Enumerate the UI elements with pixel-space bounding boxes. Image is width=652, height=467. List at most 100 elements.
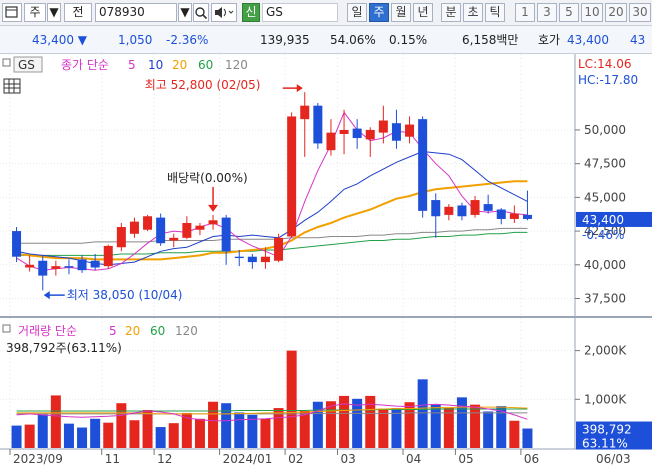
code-dropdown-icon[interactable]: ▼: [178, 3, 192, 22]
stock-tag: GS: [18, 58, 35, 72]
volume-bar: [378, 408, 389, 448]
volume-bar: [11, 425, 22, 448]
volume-bar: [194, 418, 205, 448]
price-tick-label: 37,500: [584, 292, 626, 306]
candle-down: [64, 266, 74, 268]
vol-ma60-legend: 60: [150, 324, 165, 338]
interval-20-button[interactable]: 20: [605, 3, 627, 22]
candle-down: [77, 259, 87, 271]
search-icon[interactable]: [193, 3, 209, 22]
trade-amount: 6,158백만: [462, 33, 519, 47]
quote-label: 호가: [538, 33, 561, 47]
volume-bar: [142, 410, 153, 448]
volume-bar: [116, 403, 127, 448]
period-second-button[interactable]: 초: [463, 3, 483, 22]
turnover-rate: 0.15%: [389, 33, 428, 47]
candle-up: [378, 120, 388, 133]
volume-bar: [90, 418, 101, 448]
period-month-button[interactable]: 월: [391, 3, 411, 22]
volume-bar: [155, 427, 166, 448]
period-tick-button[interactable]: 틱: [485, 3, 505, 22]
x-axis-label: 12: [157, 452, 172, 466]
candle-up: [444, 206, 454, 215]
volume-bar: [77, 427, 88, 448]
volume-bar: [208, 401, 219, 448]
x-axis-label: 02: [288, 452, 303, 466]
candle-down: [352, 128, 362, 139]
volume-tick-label: 1,000K: [584, 392, 627, 406]
candle-down: [313, 105, 323, 144]
candle-down: [156, 217, 166, 244]
volume-bar: [260, 418, 271, 448]
current-volume-axis-label: 398,792: [582, 423, 632, 437]
candle-down: [522, 214, 532, 219]
volume-bar: [325, 401, 336, 448]
chart-window-icon[interactable]: [2, 3, 22, 22]
chart-type-dropdown-icon[interactable]: ▼: [47, 3, 61, 22]
period-minute-button[interactable]: 분: [441, 3, 461, 22]
candle-down: [90, 260, 100, 268]
candle-up: [300, 105, 310, 120]
interval-3-button[interactable]: 3: [537, 3, 557, 22]
volume-bar: [221, 403, 232, 448]
price-tick-label: 40,000: [584, 258, 626, 272]
period-week-button[interactable]: 주: [369, 3, 389, 22]
candle-up: [470, 200, 480, 215]
quote-count: 43: [630, 33, 646, 47]
candle-down: [457, 205, 467, 217]
candle-up: [51, 266, 61, 269]
candle-up: [169, 237, 179, 241]
volume-bar: [63, 423, 74, 448]
volume-bar: [443, 407, 454, 448]
current-pct-axis-label: -0.46%: [582, 228, 624, 242]
volume-bar: [417, 379, 428, 448]
volume-bar: [522, 428, 533, 448]
vol-ma120-legend: 120: [175, 324, 198, 338]
trade-volume: 139,935: [260, 33, 310, 47]
volume-bar: [430, 404, 441, 448]
quote-price: 43,400: [567, 33, 609, 47]
quote-info-bar: 43,400 ▼ 1,050 -2.36% 139,935 54.06% 0.1…: [0, 26, 652, 54]
new-badge: 신: [242, 3, 260, 22]
volume-bar: [37, 414, 48, 448]
candle-down: [391, 123, 401, 141]
period-day-button[interactable]: 일: [347, 3, 367, 22]
x-axis-label: 04: [406, 452, 421, 466]
ma20-legend: 20: [172, 58, 187, 72]
prev-button[interactable]: 전: [64, 3, 92, 22]
volume-bar: [470, 404, 481, 448]
candle-down: [431, 200, 441, 217]
interval-30-button[interactable]: 30: [629, 3, 651, 22]
candle-down: [483, 204, 493, 211]
volume-bar: [24, 424, 35, 448]
table-view-icon[interactable]: [3, 78, 21, 94]
candle-up: [143, 216, 153, 230]
interval-5-button[interactable]: 5: [559, 3, 579, 22]
candle-up: [195, 225, 205, 230]
candle-up: [287, 116, 297, 237]
candle-up: [129, 221, 139, 234]
hc-label: HC:-17.80: [578, 73, 638, 87]
sound-icon[interactable]: [211, 3, 237, 22]
candle-up: [326, 132, 336, 151]
volume-bar: [299, 410, 310, 448]
interval-1-button[interactable]: 1: [515, 3, 535, 22]
volume-bar: [312, 401, 323, 448]
ma5-legend: 5: [128, 58, 136, 72]
volume-bar: [483, 411, 494, 448]
price-tick-label: 50,000: [584, 123, 626, 137]
current-volume-pct-label: 63.11%: [582, 437, 628, 451]
candle-down: [418, 119, 428, 211]
x-axis-label: 2024/01: [223, 452, 273, 466]
interval-10-button[interactable]: 10: [581, 3, 603, 22]
stock-chart[interactable]: 37,50040,00042,50045,00047,50050,000 1,0…: [0, 54, 652, 467]
candle-up: [365, 129, 375, 140]
ma10-legend: 10: [148, 58, 163, 72]
candle-up: [405, 124, 415, 137]
volume-bar: [168, 423, 179, 448]
price-change-pct: -2.36%: [166, 33, 209, 47]
chart-type-select[interactable]: 주: [24, 3, 46, 22]
stock-code-input[interactable]: 078930: [95, 3, 177, 22]
period-year-button[interactable]: 년: [413, 3, 433, 22]
x-axis-label: 2023/09: [13, 452, 63, 466]
